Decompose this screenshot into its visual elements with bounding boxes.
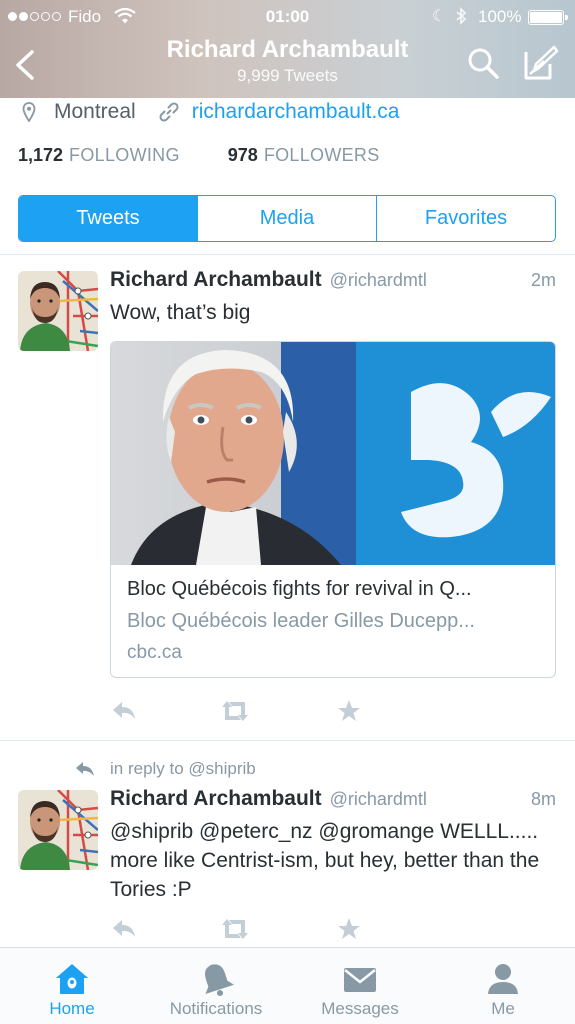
do-not-disturb-icon: ☾ (432, 8, 447, 25)
bottom-tab-bar: Home Notifications Messages Me (0, 947, 575, 1024)
battery-percent: 100% (478, 7, 522, 26)
followers-label: FOLLOWERS (263, 145, 380, 165)
battery-icon (528, 10, 568, 25)
tweet-author-name[interactable]: Richard Archambault (110, 268, 322, 292)
profile-website-link[interactable]: richardarchambault.ca (192, 100, 400, 124)
search-button[interactable] (466, 46, 500, 80)
tab-messages[interactable]: Messages (310, 948, 410, 1024)
profile-location: Montreal (54, 100, 136, 123)
retweet-icon[interactable] (220, 698, 250, 724)
profile-tabs: Tweets Media Favorites (18, 195, 556, 242)
tweet-timestamp: 2m (530, 270, 556, 290)
tweet-text: Wow, that’s big (110, 301, 251, 324)
status-bar: Fido 01:00 ☾ 100% (0, 6, 575, 28)
tab-home-label: Home (49, 999, 95, 1018)
tweet-header: Richard Archambault @richardmtl 2m (110, 268, 556, 292)
tab-tweets[interactable]: Tweets (19, 196, 197, 241)
following-stat[interactable]: 1,172 FOLLOWING (18, 145, 180, 166)
divider (0, 254, 575, 255)
profile-meta: Montreal richardarchambault.ca (22, 98, 399, 126)
favorite-icon[interactable] (337, 916, 361, 942)
tab-notifications-label: Notifications (169, 999, 263, 1018)
tweet-actions (110, 916, 370, 942)
tab-notifications[interactable]: Notifications (156, 948, 276, 1024)
person-icon (488, 964, 518, 994)
link-card-image (111, 342, 555, 565)
tab-me-label: Me (491, 999, 515, 1018)
tab-favorites[interactable]: Favorites (376, 196, 555, 241)
reply-context: in reply to @shiprib (74, 757, 256, 781)
avatar[interactable] (18, 790, 98, 870)
link-card-domain: cbc.ca (127, 642, 182, 663)
tweet-text: @shiprib @peterc_nz @gromange WELLL.....… (110, 820, 540, 901)
favorite-icon[interactable] (337, 698, 361, 724)
tab-me[interactable]: Me (470, 948, 536, 1024)
reply-icon (76, 762, 94, 776)
reply-context-text[interactable]: in reply to @shiprib (110, 759, 256, 779)
followers-stat[interactable]: 978 FOLLOWERS (228, 145, 380, 166)
retweet-icon[interactable] (220, 916, 250, 942)
compose-icon (524, 45, 559, 80)
envelope-icon (344, 968, 376, 992)
following-label: FOLLOWING (69, 145, 180, 165)
reply-icon[interactable] (110, 698, 138, 724)
bell-icon (204, 964, 234, 996)
tweet-author-handle: @richardmtl (329, 789, 427, 809)
compose-button[interactable] (522, 44, 559, 82)
avatar[interactable] (18, 271, 98, 351)
tweet-header: Richard Archambault @richardmtl 8m (110, 787, 556, 811)
followers-count: 978 (227, 145, 258, 165)
tweet-author-handle: @richardmtl (329, 270, 427, 290)
tab-media[interactable]: Media (197, 196, 376, 241)
reply-icon[interactable] (110, 916, 138, 942)
follow-stats: 1,172 FOLLOWING 978 FOLLOWERS (18, 145, 380, 166)
link-card-description: Bloc Québécois leader Gilles Ducepp... (127, 610, 475, 632)
search-icon (468, 48, 499, 79)
link-card[interactable]: Bloc Québécois fights for revival in Q..… (110, 341, 556, 678)
profile-header: Fido 01:00 ☾ 100% Richard Archambault 9,… (0, 0, 575, 98)
tweet-author-name[interactable]: Richard Archambault (110, 787, 322, 811)
divider (0, 740, 575, 741)
tab-home[interactable]: Home (36, 948, 108, 1024)
home-icon (56, 964, 88, 994)
following-count: 1,172 (18, 145, 64, 165)
link-icon (159, 102, 179, 122)
location-pin-icon (22, 102, 36, 122)
bluetooth-icon (455, 7, 467, 30)
link-card-title: Bloc Québécois fights for revival in Q..… (127, 578, 472, 600)
tab-messages-label: Messages (321, 999, 399, 1018)
tweet-timestamp: 8m (530, 789, 556, 809)
tweet-actions (110, 698, 370, 724)
